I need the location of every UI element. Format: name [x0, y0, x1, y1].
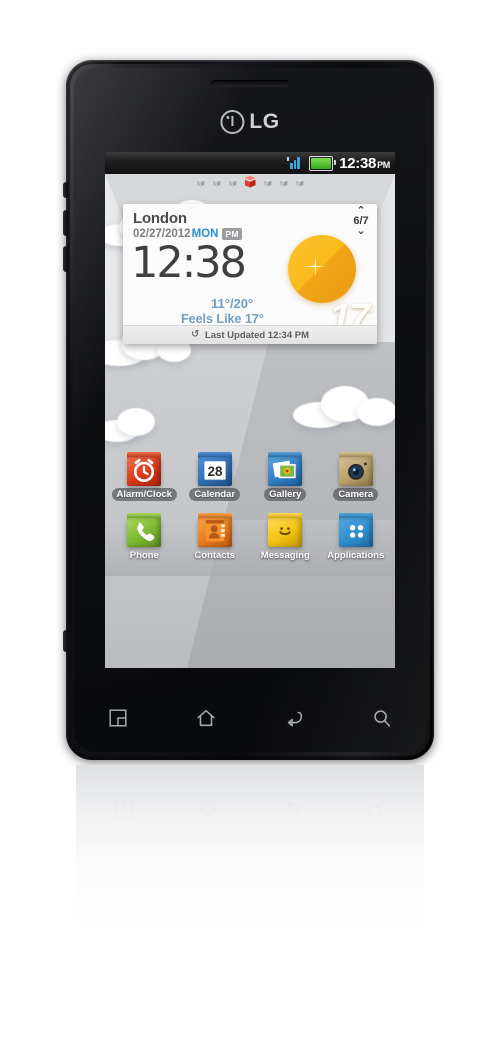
menu-icon[interactable]: [107, 707, 129, 729]
chevron-down-icon[interactable]: ⌄: [348, 226, 374, 237]
page-indicator[interactable]: [105, 176, 395, 188]
app-camera[interactable]: Camera: [326, 452, 386, 501]
side-button-4[interactable]: [63, 630, 68, 652]
phone-icon[interactable]: [127, 513, 162, 547]
reflection-fade: [76, 765, 424, 975]
refresh-icon[interactable]: ↺: [191, 330, 201, 340]
lg-face-logo-icon: [220, 110, 245, 134]
app-label: Applications: [327, 550, 385, 561]
page-indicator-dot[interactable]: [295, 178, 304, 187]
page-indicator-dot[interactable]: [263, 178, 272, 187]
device-top-strip: LG: [96, 80, 404, 146]
app-calendar[interactable]: 28 Calendar: [185, 452, 245, 501]
widget-clock: 12:38: [131, 238, 247, 288]
app-messaging[interactable]: Messaging: [255, 513, 315, 562]
status-meridiem: PM: [377, 159, 390, 170]
lg-wordmark: LG: [249, 110, 280, 133]
side-button-1[interactable]: [63, 182, 68, 198]
app-row-dock: Phone Contacts Messaging Applications: [105, 513, 395, 562]
app-phone[interactable]: Phone: [114, 513, 174, 562]
back-icon[interactable]: [283, 707, 305, 729]
app-gallery[interactable]: Gallery: [255, 452, 315, 501]
app-label: Alarm/Clock: [111, 488, 177, 501]
earpiece-speaker: [211, 80, 289, 87]
app-label: Gallery: [264, 488, 307, 501]
alarm-clock-icon[interactable]: [127, 452, 162, 486]
widget-last-updated-bar[interactable]: ↺ Last Updated 12:34 PM: [123, 325, 377, 344]
volume-down-button[interactable]: [63, 246, 68, 272]
app-label: Phone: [129, 550, 159, 561]
home-icon[interactable]: [195, 707, 217, 729]
widget-feels-like-label: Feels Like: [181, 312, 242, 326]
calendar-icon[interactable]: 28: [197, 452, 232, 486]
widget-pager[interactable]: ⌃ 6/7 ⌄: [348, 206, 374, 237]
lg-brand-logo: LG: [220, 110, 279, 134]
status-bar: 12:38PM: [105, 152, 395, 174]
app-row-primary: Alarm/Clock 28 Calendar Gallery Camera: [105, 452, 395, 501]
device-reflection: [76, 765, 424, 975]
widget-degree-symbol: °: [367, 304, 373, 320]
app-applications[interactable]: Applications: [326, 513, 386, 562]
widget-last-updated-text: Last Updated 12:34 PM: [205, 329, 309, 341]
signal-bars-icon: [287, 157, 303, 169]
page-indicator-dot[interactable]: [212, 178, 221, 187]
volume-up-button[interactable]: [63, 210, 68, 236]
camera-icon[interactable]: [338, 452, 373, 486]
app-label: Calendar: [189, 488, 241, 501]
app-grid: Alarm/Clock 28 Calendar Gallery Camera Phone…: [105, 452, 395, 562]
page-indicator-active[interactable]: [244, 176, 256, 188]
app-alarm-clock[interactable]: Alarm/Clock: [111, 452, 177, 501]
messaging-icon[interactable]: [268, 513, 303, 547]
gallery-icon[interactable]: [268, 452, 303, 486]
app-label: Camera: [333, 488, 379, 501]
capacitive-nav-keys[interactable]: [74, 690, 426, 746]
app-label: Contacts: [194, 550, 236, 561]
widget-feels-like: Feels Like 17°: [181, 312, 264, 326]
page-indicator-dot[interactable]: [196, 178, 205, 187]
chevron-up-icon[interactable]: ⌃: [348, 206, 374, 217]
app-contacts[interactable]: Contacts: [185, 513, 245, 562]
svg-text:28: 28: [207, 464, 222, 479]
page-indicator-dot[interactable]: [279, 178, 288, 187]
contacts-icon[interactable]: [197, 513, 232, 547]
widget-high-low: 11°/20°: [211, 296, 254, 311]
phone-device: LG 12:38PM London 02/27/2012 MON PM 12:3…: [63, 60, 434, 760]
status-bar-clock: 12:38PM: [339, 155, 390, 172]
phone-screen[interactable]: 12:38PM London 02/27/2012 MON PM 12:38 1…: [105, 152, 395, 668]
app-label: Messaging: [260, 550, 310, 561]
status-time: 12:38: [339, 154, 377, 172]
widget-feels-like-value: 17°: [244, 312, 264, 326]
search-icon[interactable]: [371, 707, 393, 729]
battery-full-icon: [309, 155, 336, 171]
page-indicator-dot[interactable]: [228, 178, 237, 187]
widget-city: London: [133, 210, 187, 227]
applications-icon[interactable]: [338, 513, 373, 547]
weather-clock-widget[interactable]: London 02/27/2012 MON PM 12:38 11°/20° F…: [123, 204, 377, 344]
sun-sparkle-icon: [304, 255, 326, 277]
